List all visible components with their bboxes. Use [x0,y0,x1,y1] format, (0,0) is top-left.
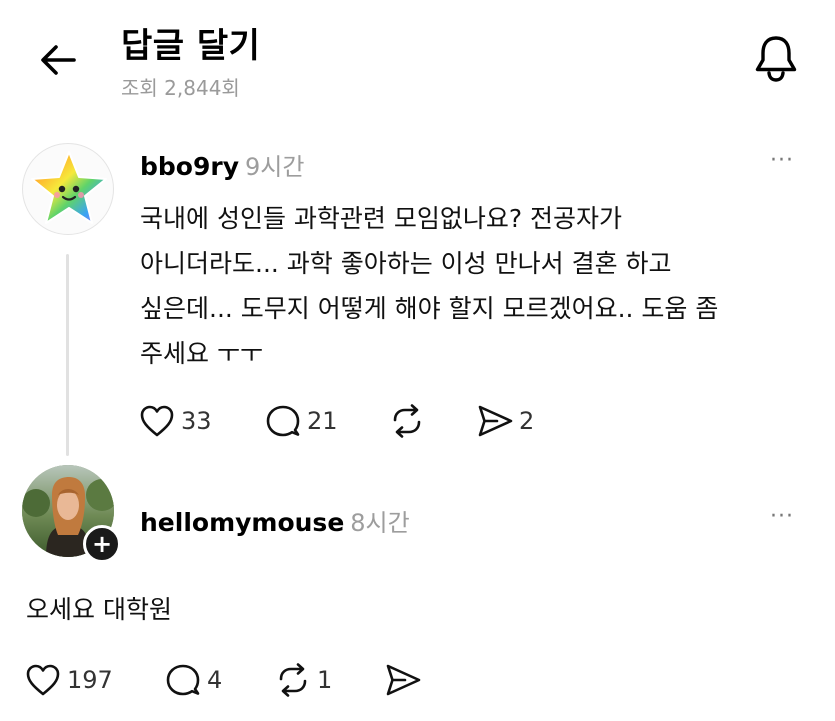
share-button[interactable] [384,662,422,698]
repost-button[interactable] [388,403,426,439]
like-button[interactable]: 197 [24,662,113,698]
comment-count: 4 [207,666,223,694]
like-count: 197 [67,666,113,694]
reply-body: 오세요 대학원 [26,595,172,624]
post-line: 주세요 ㅜㅜ [140,339,263,368]
like-count: 33 [181,407,212,435]
send-icon [478,405,513,437]
post-time: 9시간 [245,153,305,181]
post-line: 아니더라도... 과학 좋아하는 이성 만나서 결혼 하고 [140,249,672,278]
username[interactable]: hellomymouse [140,508,344,537]
post-header: bbo9ry 9시간 [140,147,304,182]
notification-button[interactable] [752,32,800,84]
share-count: 2 [519,407,535,435]
more-options-icon[interactable]: ··· [770,504,794,529]
heart-icon [26,664,60,696]
like-button[interactable]: 33 [138,403,212,439]
arrow-left-icon [41,45,76,75]
comment-icon [266,405,300,437]
page-title: 답글 달기 [121,26,261,66]
back-button[interactable] [34,36,82,84]
view-count: 조회 2,844회 [121,76,240,100]
repost-button[interactable]: 1 [274,662,332,698]
reply-header: hellomymouse 8시간 [140,503,410,538]
comment-button[interactable]: 21 [264,403,338,439]
follow-button[interactable]: + [83,525,121,563]
repost-icon [393,404,421,438]
post-body: 국내에 성인들 과학관련 모임없나요? 전공자가 아니더라도... 과학 좋아하… [140,196,810,376]
heart-icon [140,405,174,437]
thread-line [66,254,69,456]
reply-time: 8시간 [350,509,410,537]
post-line: 국내에 성인들 과학관련 모임없나요? 전공자가 [140,204,623,233]
more-options-icon[interactable]: ··· [770,148,794,173]
repost-count: 1 [317,666,333,694]
username[interactable]: bbo9ry [140,152,239,181]
repost-icon [279,663,307,697]
comment-count: 21 [307,407,338,435]
share-button[interactable]: 2 [476,403,534,439]
send-icon [386,664,421,696]
bell-icon [755,36,797,82]
post-line: 싶은데... 도무지 어떻게 해야 할지 모르겠어요.. 도움 좀 [140,294,719,323]
avatar[interactable] [22,143,114,235]
comment-icon [166,664,200,696]
comment-button[interactable]: 4 [164,662,222,698]
rainbow-star-avatar-icon [31,151,107,224]
